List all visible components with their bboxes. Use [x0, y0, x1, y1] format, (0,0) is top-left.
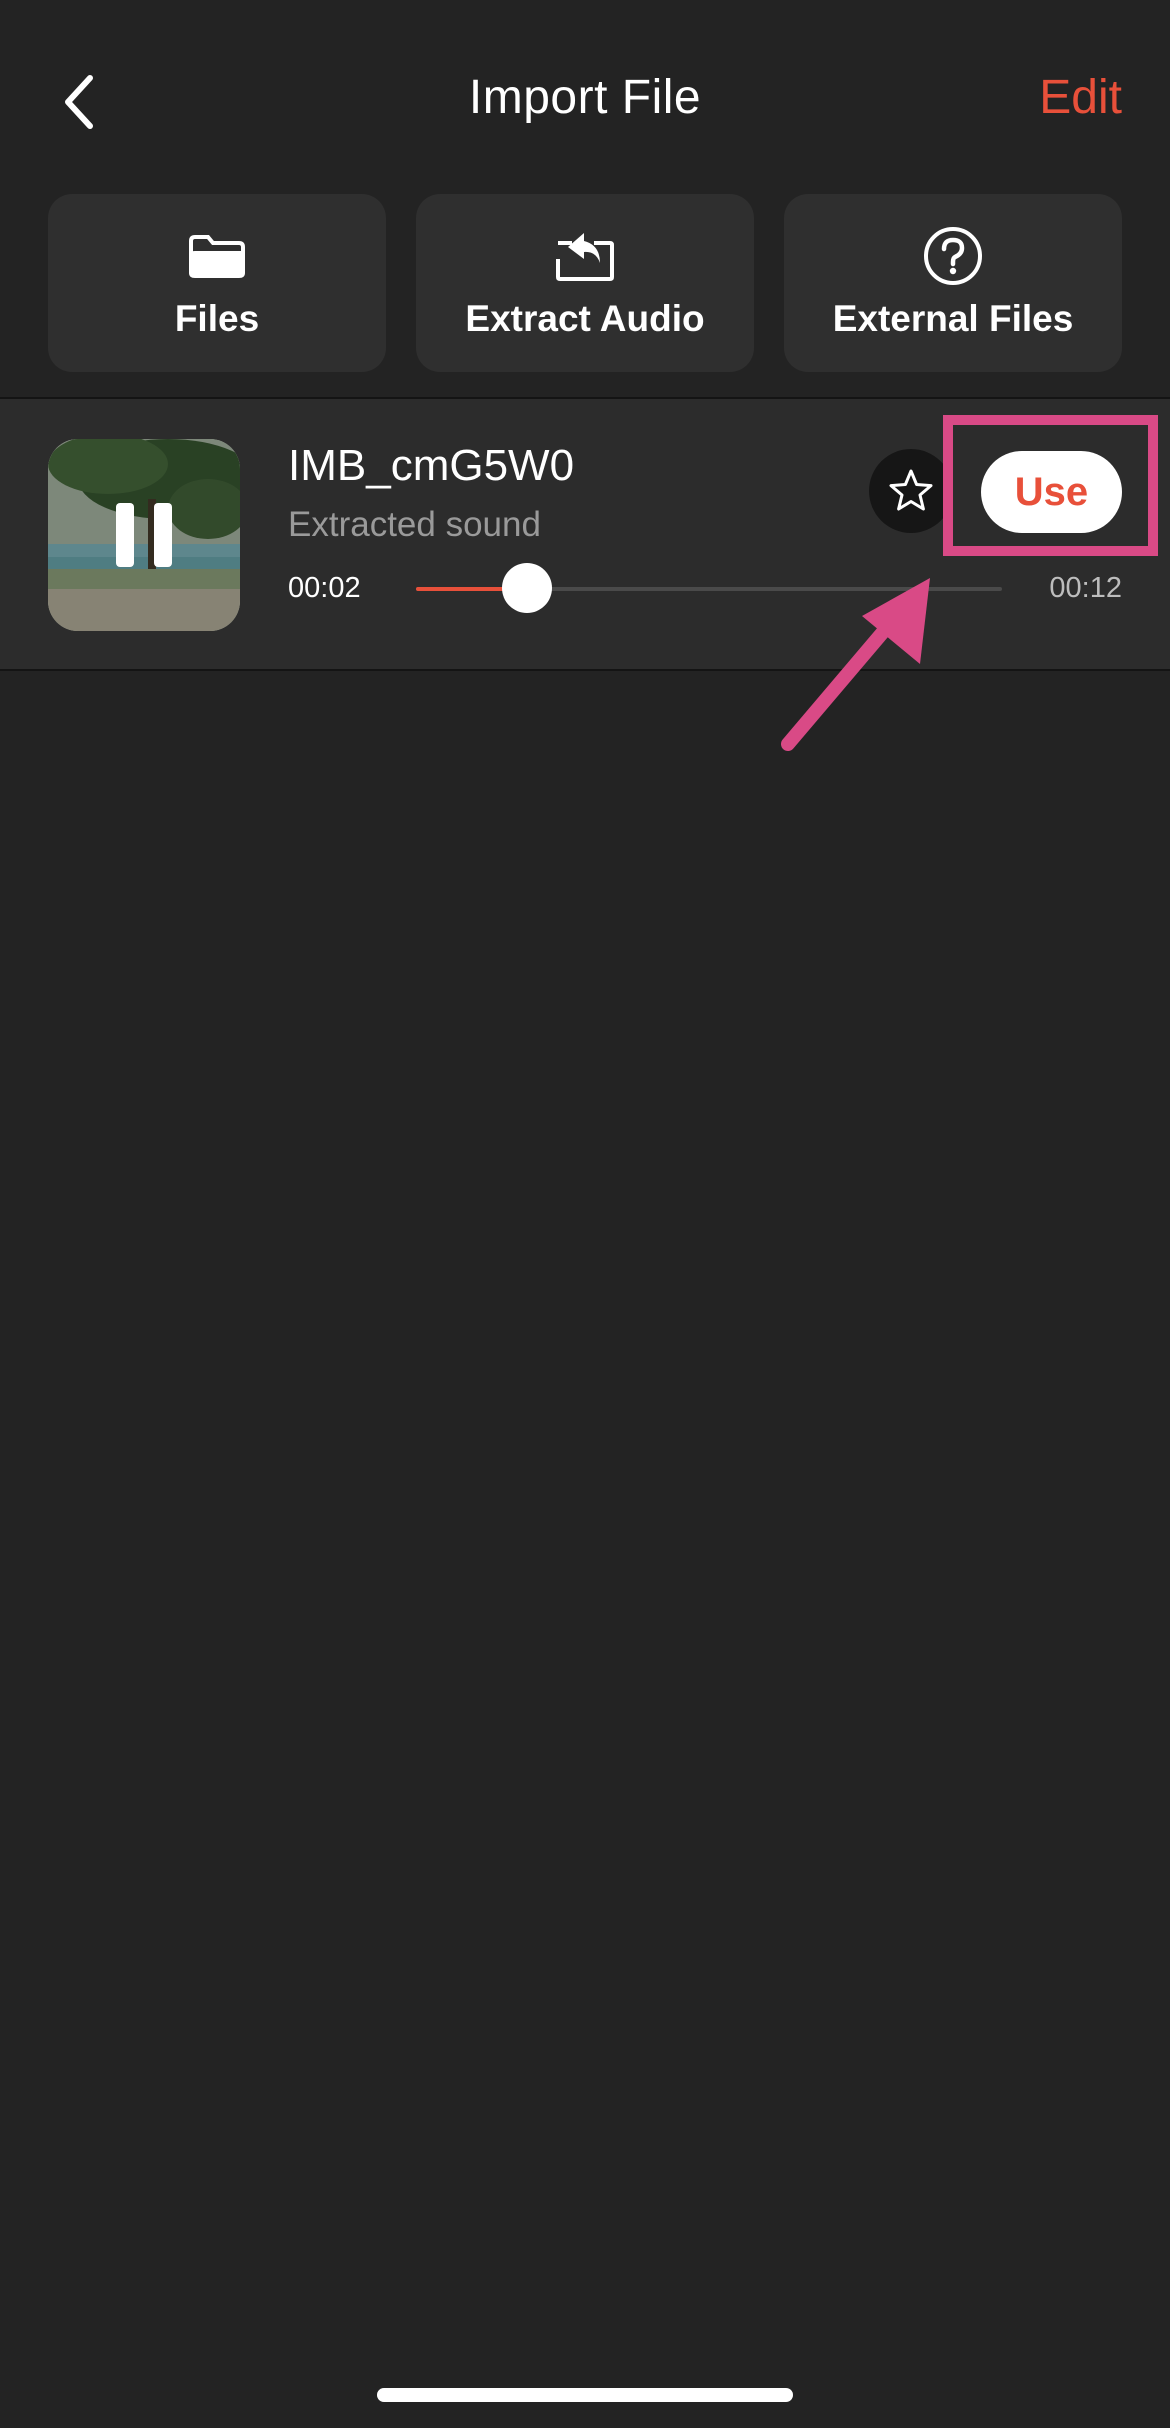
external-files-label: External Files: [832, 298, 1074, 339]
files-button[interactable]: Files: [48, 194, 386, 372]
total-time: 00:12: [1049, 572, 1122, 604]
extract-audio-label: Extract Audio: [465, 298, 705, 339]
source-options: Files Extract Audio External Files: [48, 194, 1122, 372]
folder-icon: [188, 226, 246, 286]
page-title: Import File: [468, 71, 702, 124]
extract-audio-button[interactable]: Extract Audio: [416, 194, 754, 372]
header: Import File Edit: [0, 0, 1170, 180]
annotation-highlight-box: [943, 415, 1158, 556]
star-icon: [889, 469, 933, 511]
list-divider: [0, 669, 1170, 671]
audio-title: IMB_cmG5W0: [288, 441, 575, 490]
audio-subtitle: Extracted sound: [288, 505, 541, 544]
external-files-button[interactable]: External Files: [784, 194, 1122, 372]
progress-thumb[interactable]: [502, 563, 553, 613]
current-time: 00:02: [288, 572, 361, 604]
pause-icon: [116, 503, 172, 567]
files-label: Files: [174, 298, 260, 339]
annotation-arrow-icon: [781, 578, 930, 751]
audio-thumbnail[interactable]: [48, 439, 240, 631]
help-circle-icon: [923, 226, 983, 286]
edit-button[interactable]: Edit: [1039, 70, 1122, 125]
home-indicator: [377, 2388, 793, 2402]
extract-audio-icon: [554, 226, 616, 286]
favorite-button[interactable]: [869, 449, 953, 533]
